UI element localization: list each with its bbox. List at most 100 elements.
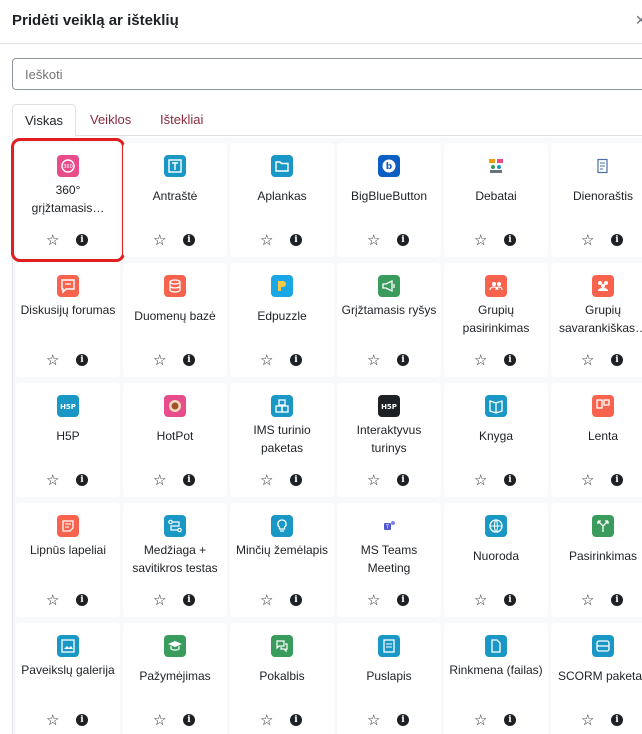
star-icon[interactable]: ☆: [367, 353, 380, 368]
activity-card[interactable]: Rinkmena (failas) ☆ i: [444, 623, 548, 734]
activity-card[interactable]: Knyga ☆ i: [444, 383, 548, 497]
info-icon[interactable]: i: [76, 714, 88, 726]
svg-text:H5P: H5P: [381, 403, 397, 411]
info-icon[interactable]: i: [397, 234, 409, 246]
star-icon[interactable]: ☆: [581, 233, 594, 248]
info-icon[interactable]: i: [397, 594, 409, 606]
info-icon[interactable]: i: [76, 234, 88, 246]
info-icon[interactable]: i: [183, 354, 195, 366]
activity-card[interactable]: Lipnūs lapeliai ☆ i: [16, 503, 120, 617]
feedback-megaphone-icon: [378, 275, 400, 297]
info-icon[interactable]: i: [611, 234, 623, 246]
activity-card[interactable]: Lenta ☆ i: [551, 383, 642, 497]
star-icon[interactable]: ☆: [260, 473, 273, 488]
star-icon[interactable]: ☆: [153, 593, 166, 608]
tab-all[interactable]: Viskas: [12, 104, 77, 137]
activity-card[interactable]: HotPot ☆ i: [123, 383, 227, 497]
star-icon[interactable]: ☆: [153, 353, 166, 368]
activity-card[interactable]: Diskusijų forumas ☆ i: [16, 263, 120, 377]
info-icon[interactable]: i: [76, 354, 88, 366]
activity-card[interactable]: H5P H5P ☆ i: [16, 383, 120, 497]
star-icon[interactable]: ☆: [474, 233, 487, 248]
info-icon[interactable]: i: [76, 474, 88, 486]
star-icon[interactable]: ☆: [474, 473, 487, 488]
activity-name: SCORM paketas: [557, 669, 642, 683]
hotpot-icon: [164, 395, 186, 417]
info-icon[interactable]: i: [183, 474, 195, 486]
star-icon[interactable]: ☆: [367, 593, 380, 608]
info-icon[interactable]: i: [611, 714, 623, 726]
activity-card[interactable]: Pažymėjimas ☆ i: [123, 623, 227, 734]
info-icon[interactable]: i: [290, 234, 302, 246]
star-icon[interactable]: ☆: [153, 233, 166, 248]
close-icon[interactable]: ×: [635, 10, 642, 31]
activity-card[interactable]: Aplankas ☆ i: [230, 143, 334, 257]
activity-card[interactable]: Grupių pasirinkimas ☆ i: [444, 263, 548, 377]
info-icon[interactable]: i: [504, 714, 516, 726]
info-icon[interactable]: i: [183, 714, 195, 726]
star-icon[interactable]: ☆: [367, 713, 380, 728]
star-icon[interactable]: ☆: [474, 353, 487, 368]
star-icon[interactable]: ☆: [260, 713, 273, 728]
star-icon[interactable]: ☆: [367, 233, 380, 248]
activity-card[interactable]: Medžiaga + savitikros testas ☆ i: [123, 503, 227, 617]
activity-card[interactable]: Edpuzzle ☆ i: [230, 263, 334, 377]
activity-card[interactable]: Dienoraštis ☆ i: [551, 143, 642, 257]
info-icon[interactable]: i: [290, 594, 302, 606]
info-icon[interactable]: i: [504, 474, 516, 486]
info-icon[interactable]: i: [183, 234, 195, 246]
info-icon[interactable]: i: [504, 234, 516, 246]
star-icon[interactable]: ☆: [46, 473, 59, 488]
info-icon[interactable]: i: [611, 594, 623, 606]
info-icon[interactable]: i: [504, 354, 516, 366]
activity-card[interactable]: H5P Interaktyvus turinys ☆ i: [337, 383, 441, 497]
star-icon[interactable]: ☆: [474, 713, 487, 728]
activity-card[interactable]: T MS Teams Meeting ☆ i: [337, 503, 441, 617]
tab-resources[interactable]: Ištekliai: [148, 104, 215, 136]
star-icon[interactable]: ☆: [474, 593, 487, 608]
activity-card[interactable]: Paveikslų galerija ☆ i: [16, 623, 120, 734]
activity-card[interactable]: Grįžtamasis ryšys ☆ i: [337, 263, 441, 377]
activity-card[interactable]: Pasirinkimas ☆ i: [551, 503, 642, 617]
tab-activities[interactable]: Veiklos: [78, 104, 143, 136]
search-input[interactable]: [12, 58, 642, 90]
activity-card[interactable]: 360 360° grįžtamasis… ☆ i: [11, 138, 125, 262]
activity-card[interactable]: Debatai ☆ i: [444, 143, 548, 257]
activity-card[interactable]: Pokalbis ☆ i: [230, 623, 334, 734]
star-icon[interactable]: ☆: [367, 473, 380, 488]
info-icon[interactable]: i: [290, 354, 302, 366]
star-icon[interactable]: ☆: [581, 593, 594, 608]
star-icon[interactable]: ☆: [260, 593, 273, 608]
star-icon[interactable]: ☆: [153, 473, 166, 488]
star-icon[interactable]: ☆: [581, 713, 594, 728]
star-icon[interactable]: ☆: [260, 233, 273, 248]
star-icon[interactable]: ☆: [581, 353, 594, 368]
activity-card[interactable]: b BigBlueButton ☆ i: [337, 143, 441, 257]
info-icon[interactable]: i: [183, 594, 195, 606]
activity-card[interactable]: Nuoroda ☆ i: [444, 503, 548, 617]
info-icon[interactable]: i: [76, 594, 88, 606]
star-icon[interactable]: ☆: [46, 353, 59, 368]
activity-card[interactable]: Puslapis ☆ i: [337, 623, 441, 734]
star-icon[interactable]: ☆: [260, 353, 273, 368]
star-icon[interactable]: ☆: [581, 473, 594, 488]
info-icon[interactable]: i: [504, 594, 516, 606]
info-icon[interactable]: i: [290, 714, 302, 726]
activity-card[interactable]: Duomenų bazė ☆ i: [123, 263, 227, 377]
activity-card[interactable]: Antraštė ☆ i: [123, 143, 227, 257]
info-icon[interactable]: i: [397, 474, 409, 486]
star-icon[interactable]: ☆: [46, 593, 59, 608]
interactive-content-icon: H5P: [378, 395, 400, 417]
star-icon[interactable]: ☆: [46, 713, 59, 728]
activity-card[interactable]: SCORM paketas ☆ i: [551, 623, 642, 734]
star-icon[interactable]: ☆: [46, 233, 59, 248]
info-icon[interactable]: i: [611, 474, 623, 486]
activity-card[interactable]: IMS turinio paketas ☆ i: [230, 383, 334, 497]
info-icon[interactable]: i: [397, 714, 409, 726]
info-icon[interactable]: i: [611, 354, 623, 366]
activity-card[interactable]: Minčių žemėlapis ☆ i: [230, 503, 334, 617]
activity-card[interactable]: Grupių savarankiškas… ☆ i: [551, 263, 642, 377]
star-icon[interactable]: ☆: [153, 713, 166, 728]
info-icon[interactable]: i: [397, 354, 409, 366]
info-icon[interactable]: i: [290, 474, 302, 486]
